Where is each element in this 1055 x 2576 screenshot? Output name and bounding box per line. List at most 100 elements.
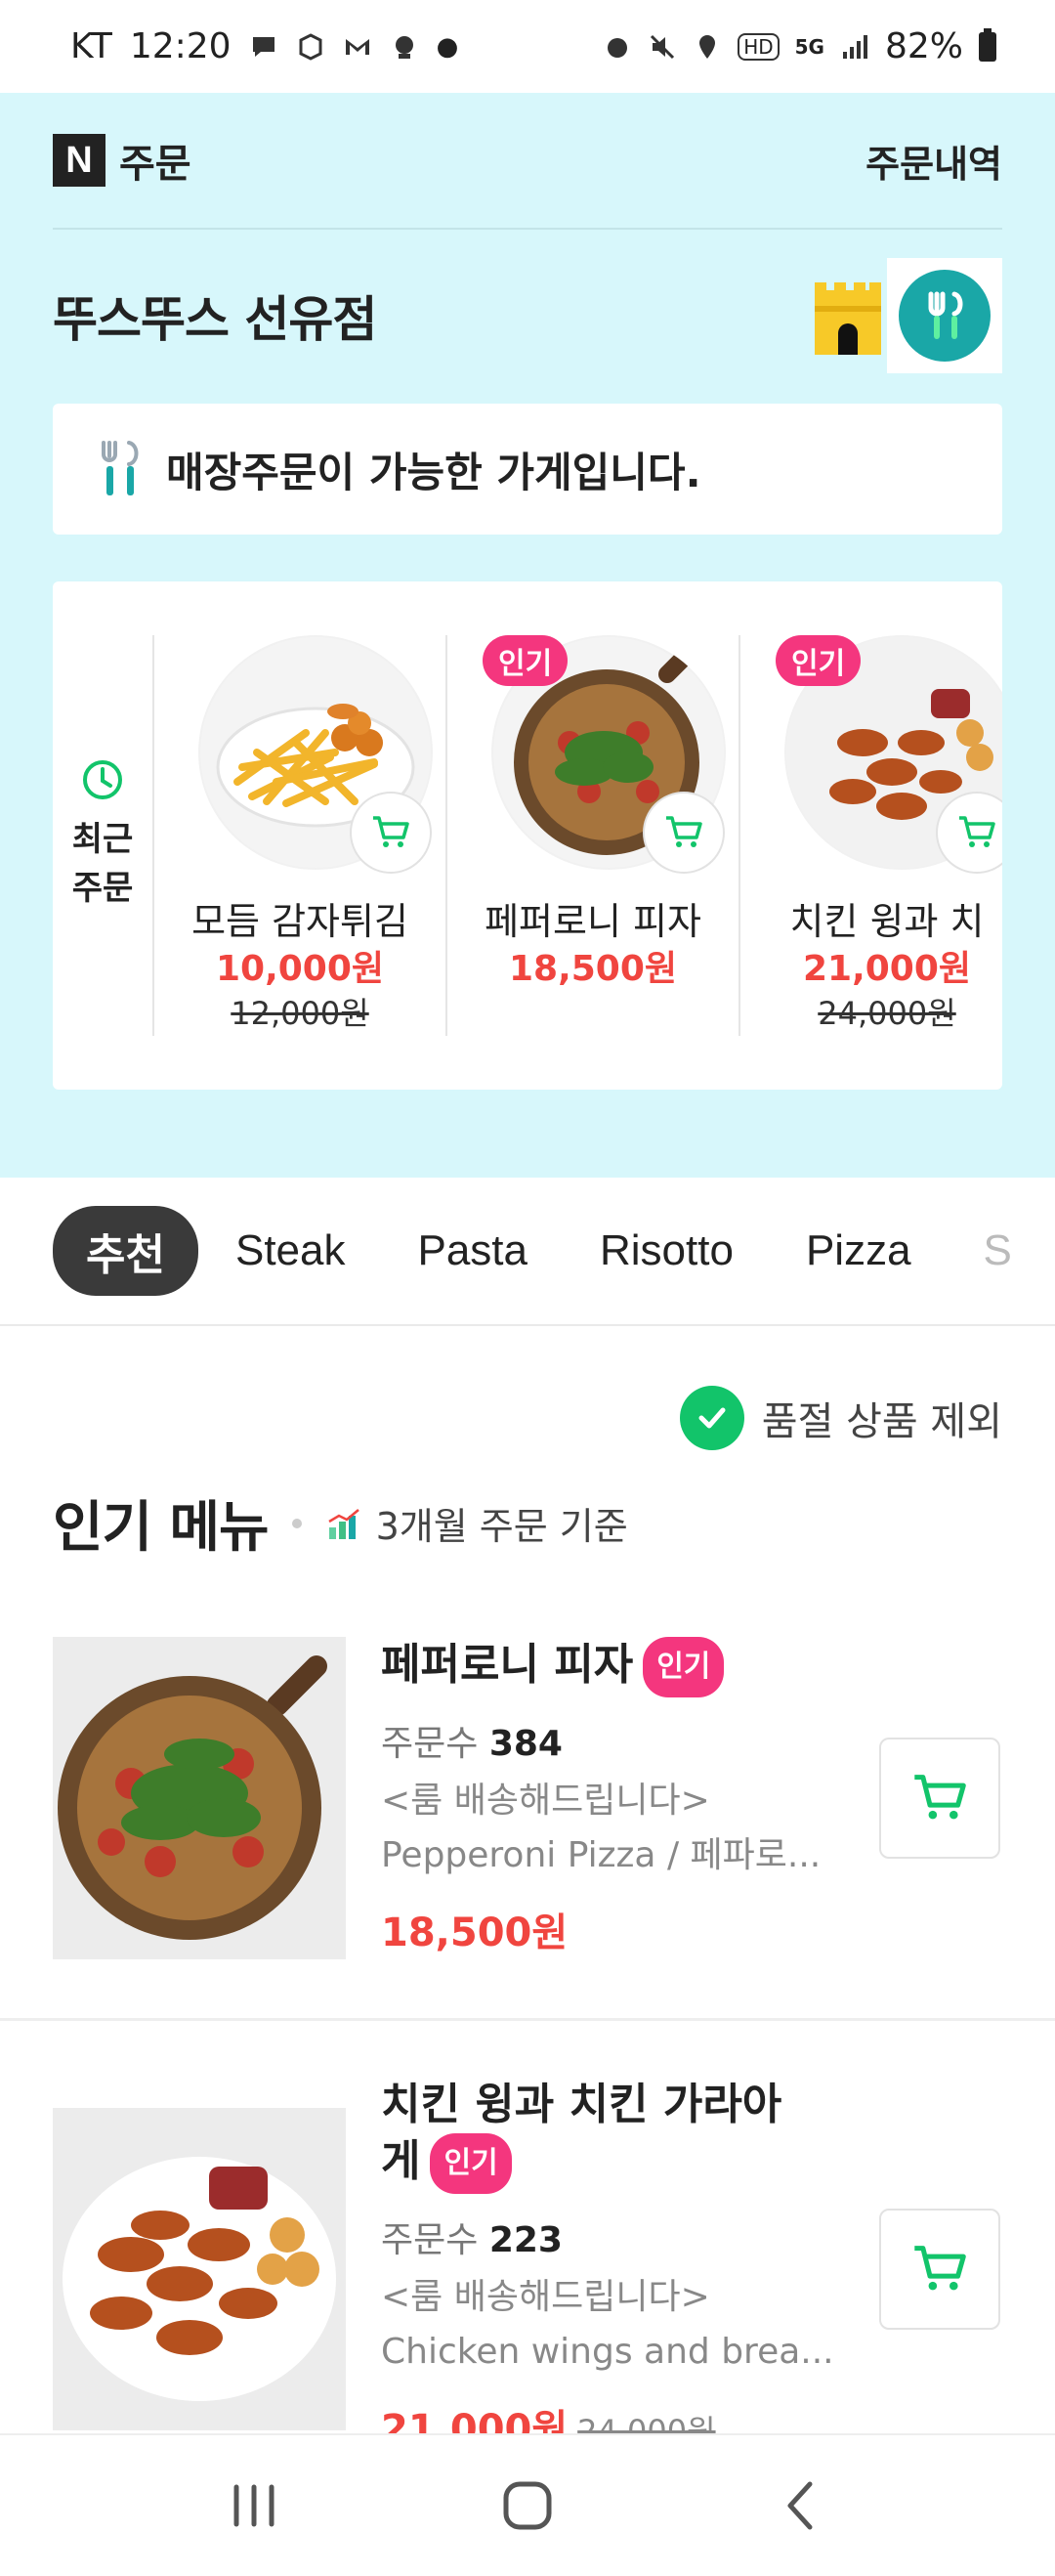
add-to-cart-icon[interactable] — [350, 792, 432, 874]
location-icon — [699, 34, 716, 59]
menu-item-title: 치킨 윙과 치킨 가라아 게 인기 — [381, 2077, 850, 2194]
system-nav-bar — [0, 2433, 1055, 2576]
wings-thumbnail — [53, 2108, 346, 2430]
tab-more[interactable]: S — [984, 1226, 1012, 1275]
recent-orders-card: 최근 주문 모듬 감자튀김 10,000원 12,000원 인기 페퍼로니 피자… — [53, 581, 1002, 1090]
add-to-cart-icon[interactable] — [643, 792, 725, 874]
category-tabs: 추천 Steak Pasta Risotto Pizza S — [0, 1178, 1055, 1326]
order-count-value: 384 — [488, 1724, 563, 1764]
castle-icon — [815, 282, 881, 355]
store-row: 뚜스뚜스 선유점 — [53, 257, 1002, 374]
recent-item-price: 10,000원 — [215, 949, 385, 989]
recent-label-line2: 주문 — [71, 869, 134, 908]
order-count-label: 주문수 — [381, 1724, 479, 1764]
recent-item-price: 18,500원 — [508, 949, 678, 989]
popular-badge: 인기 — [643, 1637, 725, 1697]
back-button[interactable] — [742, 2457, 860, 2555]
robot-icon — [395, 35, 413, 59]
exclude-sold-out-toggle[interactable]: 품절 상품 제외 — [679, 1386, 1002, 1450]
popular-badge: 인기 — [776, 635, 862, 686]
dine-in-badge — [887, 258, 1002, 373]
section-title: 인기 메뉴 — [53, 1496, 270, 1560]
more-dot-icon: ● — [436, 31, 459, 62]
recent-item-name: 치킨 윙과 치 — [789, 900, 985, 943]
recent-orders-label: 최근 주문 — [53, 635, 154, 1036]
recent-item-original-price: 24,000원 — [818, 995, 956, 1032]
menu-item-original-price: 24,000원 — [577, 2413, 716, 2433]
exclude-sold-out-label: 품절 상품 제외 — [761, 1399, 1002, 1444]
store-header: N 주문 주문내역 뚜스뚜스 선유점 매장주문이 가능한 가게입니다. 최근 주… — [0, 93, 1055, 1178]
tab-risotto[interactable]: Risotto — [600, 1226, 734, 1275]
recent-apps-icon — [233, 2484, 274, 2527]
tab-steak[interactable]: Steak — [235, 1226, 346, 1275]
shield-app-icon — [299, 32, 322, 61]
signal-icon — [842, 34, 867, 59]
status-bar: KT 12:20 ● HD 5G 82% — [0, 0, 1055, 93]
recent-item-price: 21,000원 — [802, 949, 972, 989]
menu-item-desc2: Pepperoni Pizza / 페파로... — [381, 1835, 822, 1875]
separator-dot — [291, 1518, 302, 1528]
notice-text: 매장주문이 가능한 가게입니다. — [166, 448, 701, 496]
recent-label-line1: 최근 — [71, 820, 134, 859]
dine-in-notice: 매장주문이 가능한 가게입니다. — [53, 404, 1002, 535]
chart-icon — [327, 1508, 359, 1539]
clock-icon — [83, 760, 122, 799]
tab-pizza[interactable]: Pizza — [806, 1226, 911, 1275]
popular-badge: 인기 — [483, 635, 569, 686]
mail-icon — [345, 38, 369, 55]
order-count-value: 223 — [488, 2220, 563, 2260]
battery-percent: 82% — [884, 26, 963, 66]
cart-icon — [914, 1775, 966, 1820]
hd-icon: HD — [738, 32, 780, 61]
menu-item-name: 페퍼로니 피자 — [381, 1640, 634, 1690]
add-to-cart-icon[interactable] — [936, 792, 1002, 874]
tab-recommended[interactable]: 추천 — [53, 1206, 198, 1296]
message-icon — [252, 36, 274, 57]
cutlery-icon — [102, 441, 139, 495]
network-type: 5G — [794, 34, 824, 59]
menu-item-price-value: 18,500원 — [381, 1911, 569, 1955]
recent-item[interactable]: 인기 치킨 윙과 치 21,000원 24,000원 — [740, 635, 1002, 1036]
cart-icon — [914, 2246, 966, 2291]
section-subtitle: 3개월 주문 기준 — [375, 1505, 628, 1548]
mute-icon — [651, 34, 675, 59]
popular-menu-header: 인기 메뉴 3개월 주문 기준 — [53, 1483, 628, 1563]
menu-item-price: 18,500원 — [381, 1901, 850, 1957]
menu-item[interactable]: 치킨 윙과 치킨 가라아 게 인기 주문수 223 <룸 배송해드립니다> Chi… — [0, 2077, 1055, 2433]
menu-item-info: 치킨 윙과 치킨 가라아 게 인기 주문수 223 <룸 배송해드립니다> Chi… — [381, 2077, 850, 2433]
recent-item[interactable]: 모듬 감자튀김 10,000원 12,000원 — [154, 635, 447, 1036]
recent-item-name: 페퍼로니 피자 — [485, 900, 701, 943]
menu-item-info: 페퍼로니 피자 인기 주문수 384 <룸 배송해드립니다> Pepperoni … — [381, 1637, 850, 1957]
clock: 12:20 — [129, 26, 232, 66]
menu-item-name: 치킨 윙과 치킨 가라아 — [381, 2080, 782, 2129]
menu-item-desc2: Chicken wings and brea... — [381, 2332, 834, 2372]
check-icon — [679, 1386, 744, 1450]
page-title: 주문 — [119, 142, 191, 187]
menu-item-desc1: <룸 배송해드립니다> — [381, 2277, 710, 2317]
home-button[interactable] — [469, 2457, 586, 2555]
menu-item-name-line2: 게 — [381, 2136, 421, 2186]
menu-item-title: 페퍼로니 피자 인기 — [381, 1637, 850, 1697]
order-count-label: 주문수 — [381, 2220, 479, 2260]
recent-item[interactable]: 인기 페퍼로니 피자 18,500원 — [447, 635, 740, 1036]
menu-item[interactable]: 페퍼로니 피자 인기 주문수 384 <룸 배송해드립니다> Pepperoni … — [0, 1637, 1055, 1959]
store-name: 뚜스뚜스 선유점 — [53, 291, 377, 348]
store-icons — [809, 258, 1002, 373]
add-to-cart-button[interactable] — [879, 1738, 1000, 1859]
back-icon — [787, 2481, 813, 2530]
menu-item-price: 21,000원 24,000원 — [381, 2397, 850, 2433]
order-count: 주문수 384 — [381, 1715, 850, 1766]
add-to-cart-button[interactable] — [879, 2209, 1000, 2330]
carrier-label: KT — [70, 26, 112, 66]
alarm-icon — [608, 37, 628, 58]
menu-item-price-value: 21,000원 — [381, 2407, 569, 2433]
naver-logo[interactable]: N — [53, 134, 106, 187]
menu-item-desc1: <룸 배송해드립니다> — [381, 1781, 710, 1821]
recent-apps-button[interactable] — [195, 2457, 313, 2555]
order-count: 주문수 223 — [381, 2211, 850, 2262]
pizza-thumbnail — [53, 1637, 346, 1959]
order-history-link[interactable]: 주문내역 — [865, 134, 1002, 188]
fork-knife-icon — [899, 270, 991, 362]
recent-item-name: 모듬 감자튀김 — [191, 900, 408, 943]
tab-pasta[interactable]: Pasta — [417, 1226, 528, 1275]
